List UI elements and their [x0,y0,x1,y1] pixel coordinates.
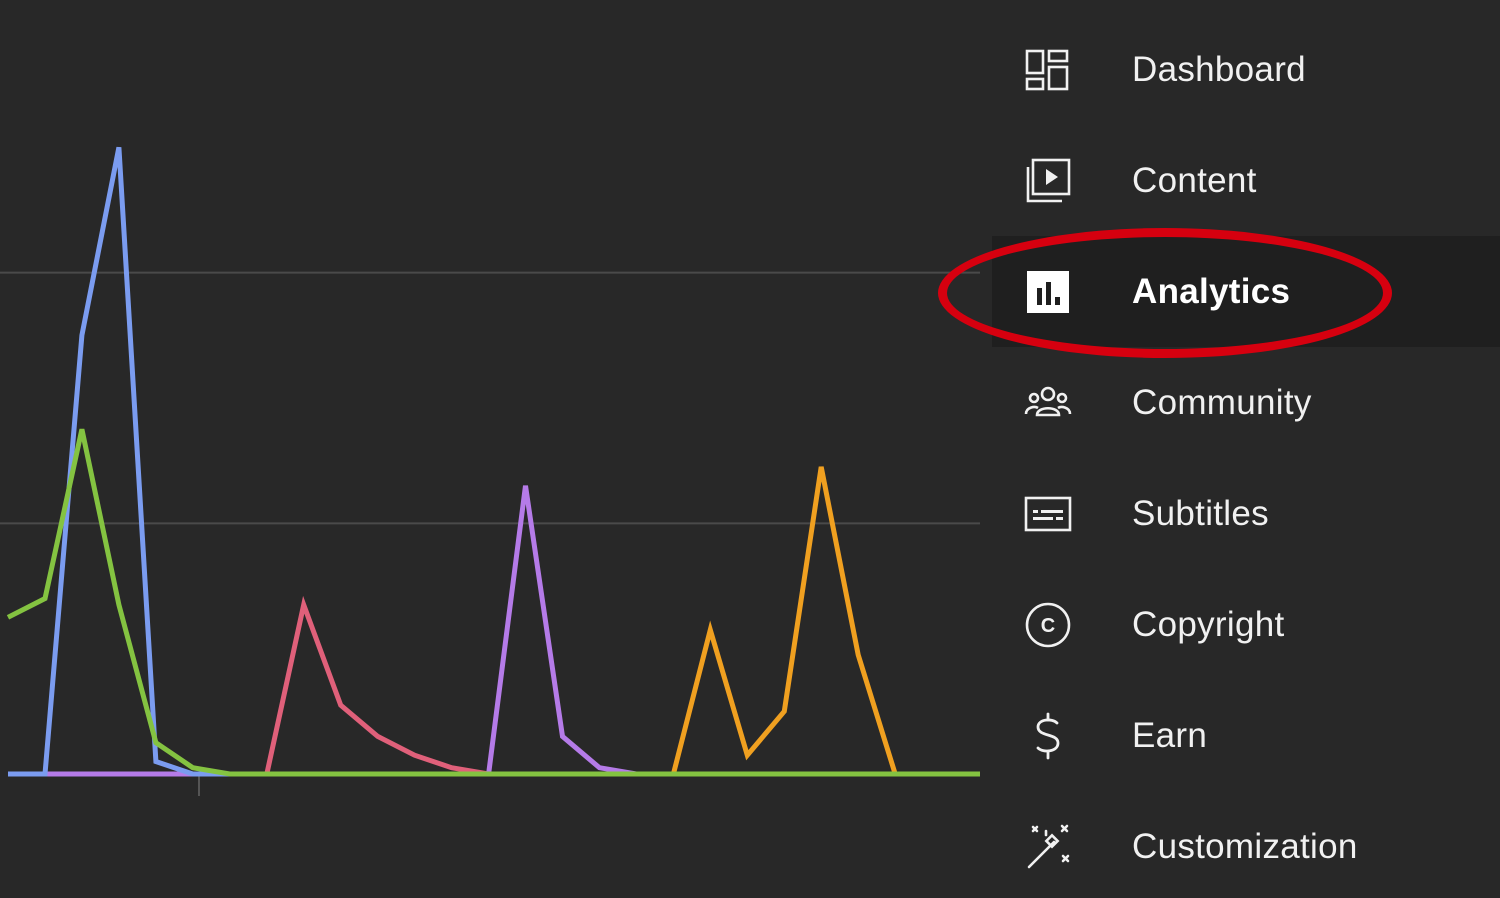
sidebar-item-subtitles[interactable]: Subtitles [980,458,1500,569]
studio-sidebar: Dashboard Content Analytics Community Su… [980,0,1500,898]
sidebar-item-dashboard[interactable]: Dashboard [980,14,1500,125]
sidebar-item-label: Earn [1132,715,1208,755]
sidebar-item-label: Analytics [1132,271,1291,311]
sidebar-item-copyright[interactable]: C Copyright [980,569,1500,680]
sidebar-item-analytics[interactable]: Analytics [992,236,1500,347]
chart-svg [0,146,980,796]
analytics-line-chart [0,0,980,898]
svg-text:C: C [1041,615,1055,637]
sidebar-item-label: Dashboard [1132,49,1306,89]
sidebar-item-customization[interactable]: Customization [980,791,1500,898]
studio-screen: Dashboard Content Analytics Community Su… [0,0,1500,898]
community-icon [1024,379,1072,427]
copyright-icon: C [1024,601,1072,649]
sidebar-item-label: Community [1132,382,1312,422]
sidebar-item-label: Subtitles [1132,493,1269,533]
sidebar-item-content[interactable]: Content [980,125,1500,236]
subtitles-icon [1024,490,1072,538]
sidebar-item-label: Content [1132,160,1257,200]
content-icon [1024,157,1072,205]
customization-icon [1024,823,1072,871]
sidebar-item-label: Customization [1132,826,1358,866]
analytics-icon [1024,268,1072,316]
sidebar-item-community[interactable]: Community [980,347,1500,458]
sidebar-item-label: Copyright [1132,604,1285,644]
chart-series-line-0 [8,146,980,777]
earn-icon [1024,712,1072,760]
dashboard-icon [1024,46,1072,94]
sidebar-item-earn[interactable]: Earn [980,680,1500,791]
